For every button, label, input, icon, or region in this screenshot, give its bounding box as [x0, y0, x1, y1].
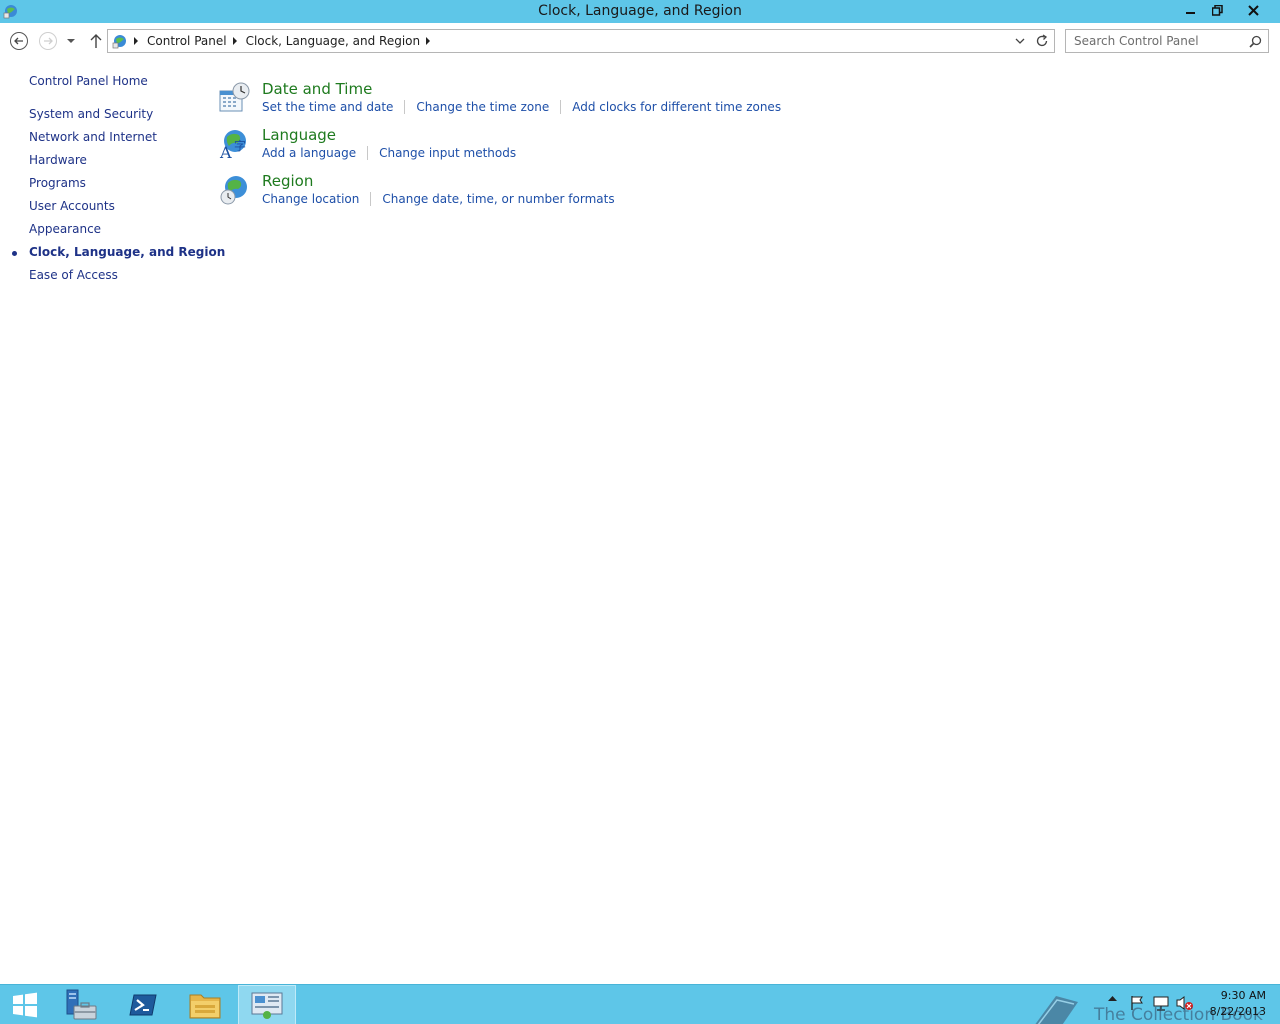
clock-date: 8/22/2013 [1209, 1005, 1266, 1018]
sidebar-item-hardware[interactable]: Hardware [29, 153, 87, 167]
back-arrow-icon [10, 32, 28, 50]
search-box[interactable] [1065, 29, 1269, 53]
category-links: Change location Change date, time, or nu… [262, 192, 615, 206]
close-button[interactable] [1231, 0, 1276, 20]
start-icon [13, 992, 37, 1018]
link-separator [560, 100, 562, 114]
address-dropdown-icon[interactable] [1014, 35, 1026, 47]
breadcrumb: Control Panel Clock, Language, and Regio… [132, 33, 439, 49]
recent-locations-button[interactable] [64, 31, 78, 51]
category-title[interactable]: Region [262, 172, 313, 190]
close-icon [1248, 4, 1259, 16]
system-clock[interactable]: 9:30 AM 8/22/2013 [1200, 988, 1266, 1020]
control-panel-taskbar-button[interactable] [238, 985, 296, 1024]
sidebar-item-user-accounts[interactable]: User Accounts [29, 199, 115, 213]
svg-text:A: A [219, 143, 232, 160]
restore-button[interactable] [1204, 0, 1231, 20]
change-time-zone-link[interactable]: Change the time zone [416, 100, 549, 114]
file-explorer-button[interactable] [176, 985, 234, 1024]
sidebar-item-system-and-security[interactable]: System and Security [29, 107, 153, 121]
region-globe-icon[interactable] [218, 174, 250, 206]
sidebar-item-ease-of-access[interactable]: Ease of Access [29, 268, 118, 282]
change-location-link[interactable]: Change location [262, 192, 359, 206]
sidebar-item-programs[interactable]: Programs [29, 176, 86, 190]
start-button[interactable] [0, 985, 50, 1024]
link-separator [370, 192, 372, 206]
window-title: Clock, Language, and Region [538, 3, 742, 19]
up-button[interactable] [86, 31, 106, 51]
address-bar[interactable]: Control Panel Clock, Language, and Regio… [107, 29, 1055, 53]
clock-time: 9:30 AM [1220, 989, 1266, 1002]
back-button[interactable] [9, 31, 29, 51]
search-input[interactable] [1066, 30, 1242, 52]
category-region: Region Change location Change date, time… [218, 170, 1118, 214]
minimize-button[interactable] [1177, 0, 1204, 20]
category-date-and-time: Date and Time Set the time and date Chan… [218, 78, 1118, 122]
category-links: Set the time and date Change the time zo… [262, 100, 781, 114]
svg-text:字: 字 [234, 138, 246, 153]
add-clocks-link[interactable]: Add clocks for different time zones [572, 100, 781, 114]
current-item-bullet [12, 251, 17, 256]
category-title[interactable]: Date and Time [262, 80, 372, 98]
navigation-bar: Control Panel Clock, Language, and Regio… [0, 23, 1280, 59]
forward-button[interactable] [38, 31, 58, 51]
breadcrumb-arrow-icon[interactable] [134, 37, 138, 45]
breadcrumb-control-panel[interactable]: Control Panel [147, 34, 227, 48]
change-input-methods-link[interactable]: Change input methods [379, 146, 516, 160]
refresh-icon[interactable] [1035, 34, 1049, 48]
link-separator [367, 146, 369, 160]
powershell-button[interactable] [114, 985, 172, 1024]
breadcrumb-clock-language-region[interactable]: Clock, Language, and Region [246, 34, 421, 48]
sidebar-item-appearance[interactable]: Appearance [29, 222, 101, 236]
chevron-down-icon [67, 39, 75, 43]
title-bar: Clock, Language, and Region [0, 0, 1280, 23]
forward-arrow-icon [39, 32, 57, 50]
control-panel-icon [251, 992, 283, 1019]
category-title[interactable]: Language [262, 126, 336, 144]
link-separator [404, 100, 406, 114]
change-formats-link[interactable]: Change date, time, or number formats [382, 192, 614, 206]
breadcrumb-arrow-icon[interactable] [426, 37, 431, 45]
powershell-icon [129, 994, 157, 1016]
restore-icon [1212, 4, 1223, 16]
set-time-date-link[interactable]: Set the time and date [262, 100, 393, 114]
book-icon [1035, 996, 1078, 1024]
breadcrumb-arrow-icon[interactable] [232, 37, 237, 45]
add-language-link[interactable]: Add a language [262, 146, 356, 160]
language-globe-icon[interactable]: A 字 [218, 128, 250, 160]
up-arrow-icon [90, 34, 102, 48]
control-panel-icon [112, 35, 126, 49]
category-language: A 字 Language Add a language Change input… [218, 124, 1118, 168]
sidebar-item-clock-language-region[interactable]: Clock, Language, and Region [29, 245, 225, 259]
search-icon[interactable] [1249, 35, 1262, 48]
category-links: Add a language Change input methods [262, 146, 516, 160]
control-panel-home-link[interactable]: Control Panel Home [29, 74, 148, 88]
sidebar-item-network-and-internet[interactable]: Network and Internet [29, 130, 157, 144]
server-manager-icon [66, 989, 97, 1020]
server-manager-button[interactable] [52, 985, 110, 1024]
calendar-clock-icon[interactable] [218, 82, 250, 114]
minimize-icon [1185, 12, 1195, 14]
file-explorer-icon [189, 994, 221, 1019]
